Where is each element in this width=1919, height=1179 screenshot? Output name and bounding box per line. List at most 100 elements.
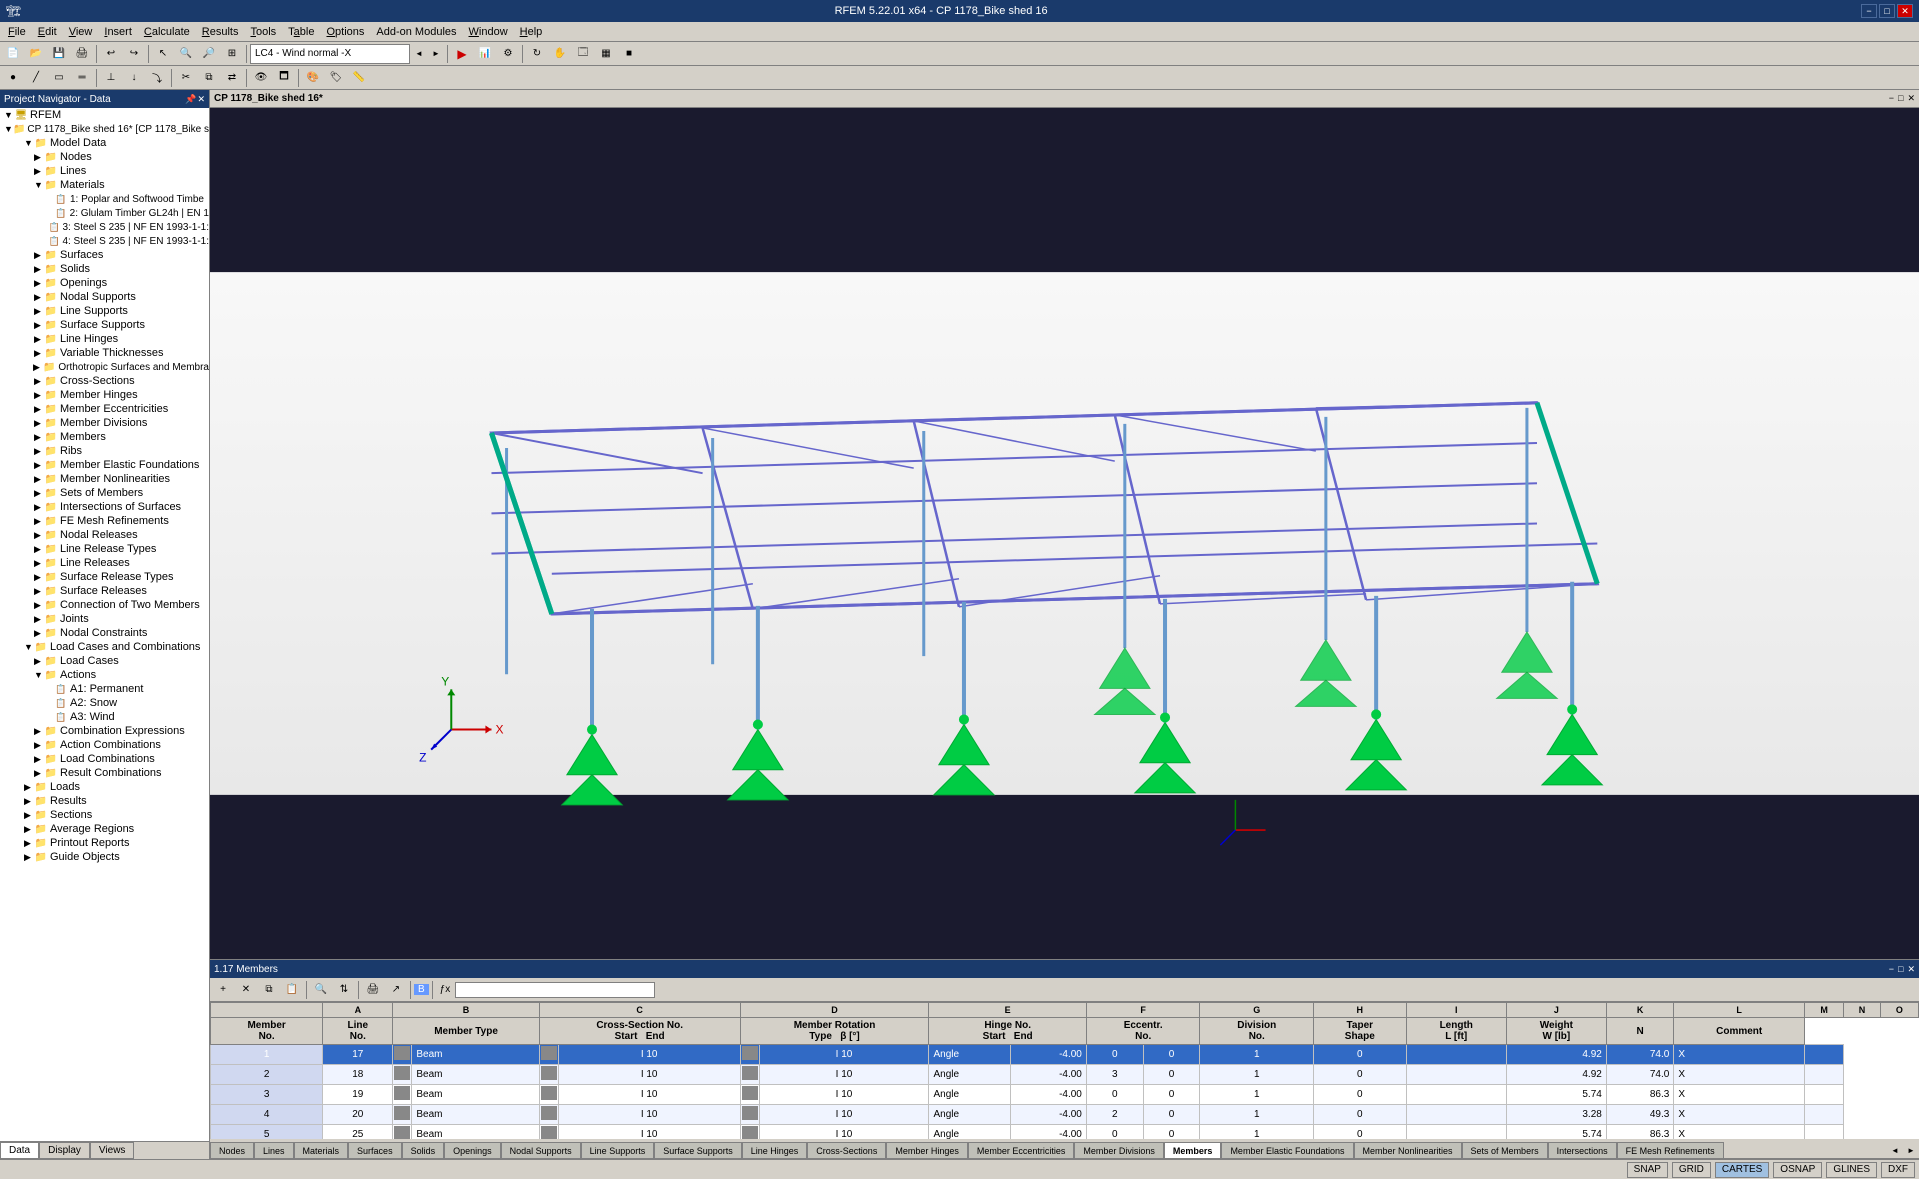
- tree-lc-combos[interactable]: ▼ 📁 Load Cases and Combinations: [0, 640, 209, 654]
- tree-toggle-project[interactable]: ▼: [4, 124, 13, 134]
- tab-materials[interactable]: Materials: [294, 1142, 349, 1158]
- tb2-member[interactable]: ═: [71, 68, 93, 88]
- tree-toggle-actions[interactable]: ▼: [34, 670, 44, 680]
- tab-scroll-left[interactable]: ◄: [1887, 1142, 1903, 1158]
- tree-member-divisions[interactable]: ▶ 📁 Member Divisions: [0, 416, 209, 430]
- table-container[interactable]: A B C D E F G H I J K L M: [210, 1002, 1919, 1139]
- tree-toggle-surf-sup[interactable]: ▶: [34, 320, 44, 331]
- tree-toggle-results[interactable]: ▶: [24, 796, 34, 807]
- next-lc-button[interactable]: ►: [428, 44, 444, 64]
- tree-toggle-pr[interactable]: ▶: [24, 838, 34, 849]
- tree-mat-1[interactable]: 📋 1: Poplar and Softwood Timbe: [0, 192, 209, 206]
- tb-3d[interactable]: 🗔: [572, 44, 594, 64]
- tb-zoom-all[interactable]: ⊞: [221, 44, 243, 64]
- tree-toggle-joints[interactable]: ▶: [34, 614, 44, 625]
- tb2-line[interactable]: ╱: [25, 68, 47, 88]
- tree-surf-rel-types[interactable]: ▶ 📁 Surface Release Types: [0, 570, 209, 584]
- prev-lc-button[interactable]: ◄: [411, 44, 427, 64]
- tree-toggle-rfem[interactable]: ▼: [4, 110, 14, 120]
- tree-action-a1[interactable]: 📋 A1: Permanent: [0, 682, 209, 696]
- table-row[interactable]: 5 25 Beam I 10 I 10 Angle -4.00 0 0 1 0 …: [211, 1125, 1919, 1140]
- tree-surfaces[interactable]: ▶ 📁 Surfaces: [0, 248, 209, 262]
- tree-model-data[interactable]: ▼ 📁 Model Data: [0, 136, 209, 150]
- tree-toggle-ac[interactable]: ▶: [34, 740, 44, 751]
- tree-toggle-lines[interactable]: ▶: [34, 166, 44, 177]
- tree-toggle-materials[interactable]: ▼: [34, 180, 44, 190]
- tree-toggle-ribs[interactable]: ▶: [34, 446, 44, 457]
- tree-sections[interactable]: ▶ 📁 Sections: [0, 808, 209, 822]
- tree-toggle-sr[interactable]: ▶: [34, 586, 44, 597]
- tree-nodal-constraints[interactable]: ▶ 📁 Nodal Constraints: [0, 626, 209, 640]
- minimize-button[interactable]: −: [1861, 4, 1877, 18]
- tree-line-release-types[interactable]: ▶ 📁 Line Release Types: [0, 542, 209, 556]
- tree-load-cases[interactable]: ▶ 📁 Load Cases: [0, 654, 209, 668]
- tree-intersections[interactable]: ▶ 📁 Intersections of Surfaces: [0, 500, 209, 514]
- menu-options[interactable]: Options: [320, 24, 370, 40]
- tree-mat-3[interactable]: 📋 3: Steel S 235 | NF EN 1993-1-1:: [0, 220, 209, 234]
- tab-line-hinges[interactable]: Line Hinges: [742, 1142, 808, 1158]
- tb-solid[interactable]: ■: [618, 44, 640, 64]
- tree-action-a3[interactable]: 📋 A3: Wind: [0, 710, 209, 724]
- tree-nodal-releases[interactable]: ▶ 📁 Nodal Releases: [0, 528, 209, 542]
- menu-calculate[interactable]: Calculate: [138, 24, 196, 40]
- tab-member-eccentricities[interactable]: Member Eccentricities: [968, 1142, 1075, 1158]
- tree-toggle-cs[interactable]: ▶: [34, 376, 44, 387]
- tab-surfaces[interactable]: Surfaces: [348, 1142, 402, 1158]
- tree-toggle-lc[interactable]: ▶: [34, 656, 44, 667]
- tree-action-combos[interactable]: ▶ 📁 Action Combinations: [0, 738, 209, 752]
- viewport-close-button[interactable]: ✕: [1907, 93, 1915, 104]
- tb-run[interactable]: ▶: [451, 44, 473, 64]
- tb-new[interactable]: 📄: [2, 44, 24, 64]
- tree-member-elastic[interactable]: ▶ 📁 Member Elastic Foundations: [0, 458, 209, 472]
- tree-toggle-vt[interactable]: ▶: [34, 348, 44, 359]
- tab-member-divisions[interactable]: Member Divisions: [1074, 1142, 1164, 1158]
- tab-solids[interactable]: Solids: [402, 1142, 445, 1158]
- close-button[interactable]: ✕: [1897, 4, 1913, 18]
- tab-member-nonlin[interactable]: Member Nonlinearities: [1354, 1142, 1462, 1158]
- status-osnap[interactable]: OSNAP: [1773, 1162, 1822, 1178]
- tree-conn-two-members[interactable]: ▶ 📁 Connection of Two Members: [0, 598, 209, 612]
- tb-redo[interactable]: ↪: [123, 44, 145, 64]
- tb-wireframe[interactable]: ▦: [595, 44, 617, 64]
- status-dxf[interactable]: DXF: [1881, 1162, 1915, 1178]
- tree-toggle-sections[interactable]: ▶: [24, 810, 34, 821]
- table-close-btn[interactable]: ✕: [1907, 964, 1915, 975]
- tb2-load[interactable]: ↓: [123, 68, 145, 88]
- tab-openings[interactable]: Openings: [444, 1142, 501, 1158]
- tree-results[interactable]: ▶ 📁 Results: [0, 794, 209, 808]
- tab-lines[interactable]: Lines: [254, 1142, 294, 1158]
- tree-guide-objects[interactable]: ▶ 📁 Guide Objects: [0, 850, 209, 864]
- tree-toggle-fem[interactable]: ▶: [34, 516, 44, 527]
- tree-toggle-me[interactable]: ▶: [34, 404, 44, 415]
- tb2-cut[interactable]: ✂: [175, 68, 197, 88]
- tb-rotate[interactable]: ↻: [526, 44, 548, 64]
- tree-member-eccentricities[interactable]: ▶ 📁 Member Eccentricities: [0, 402, 209, 416]
- tb-undo[interactable]: ↩: [100, 44, 122, 64]
- tab-members[interactable]: Members: [1164, 1142, 1222, 1158]
- tab-cross-sections[interactable]: Cross-Sections: [807, 1142, 886, 1158]
- tb-print[interactable]: 🖨: [71, 44, 93, 64]
- panel-tab-display[interactable]: Display: [39, 1142, 90, 1159]
- status-snap[interactable]: SNAP: [1627, 1162, 1668, 1178]
- tree-ribs[interactable]: ▶ 📁 Ribs: [0, 444, 209, 458]
- tb-results[interactable]: 📊: [474, 44, 496, 64]
- tree-toggle-md[interactable]: ▶: [34, 418, 44, 429]
- tree-members[interactable]: ▶ 📁 Members: [0, 430, 209, 444]
- tree-toggle-go[interactable]: ▶: [24, 852, 34, 863]
- menu-file[interactable]: File: [2, 24, 32, 40]
- tree-openings[interactable]: ▶ 📁 Openings: [0, 276, 209, 290]
- tb2-measure[interactable]: 📏: [348, 68, 370, 88]
- table-maximize-btn[interactable]: □: [1898, 964, 1903, 975]
- tb2-support[interactable]: ⊥: [100, 68, 122, 88]
- formula-input[interactable]: [455, 982, 655, 998]
- maximize-button[interactable]: □: [1879, 4, 1895, 18]
- tree-toggle-mh[interactable]: ▶: [34, 390, 44, 401]
- tree-mat-4[interactable]: 📋 4: Steel S 235 | NF EN 1993-1-1:: [0, 234, 209, 248]
- menu-insert[interactable]: Insert: [98, 24, 138, 40]
- tbl-export[interactable]: ↗: [385, 980, 407, 1000]
- tab-nodal-supports[interactable]: Nodal Supports: [501, 1142, 581, 1158]
- tree-solids[interactable]: ▶ 📁 Solids: [0, 262, 209, 276]
- tree-result-combos[interactable]: ▶ 📁 Result Combinations: [0, 766, 209, 780]
- panel-tab-data[interactable]: Data: [0, 1142, 39, 1159]
- tbl-paste[interactable]: 📋: [281, 980, 303, 1000]
